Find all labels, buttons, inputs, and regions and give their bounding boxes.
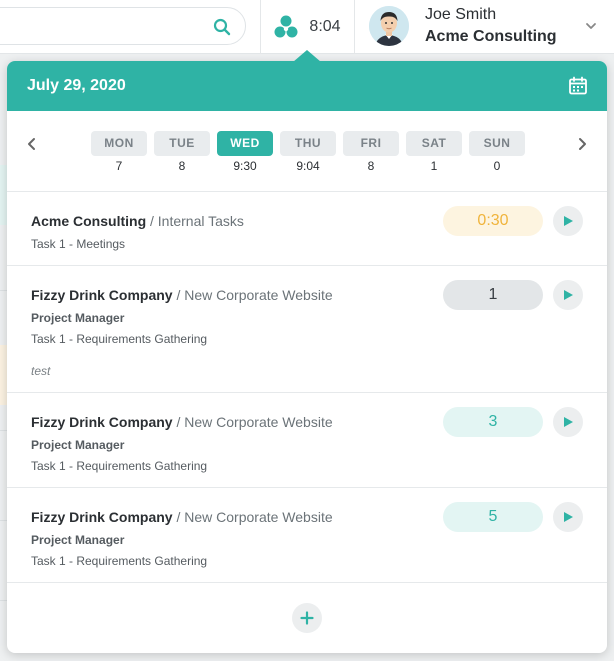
popover-caret bbox=[293, 50, 321, 62]
user-name: Joe Smith bbox=[425, 6, 497, 23]
time-entry[interactable]: Fizzy Drink Company / New Corporate Webs… bbox=[7, 393, 607, 488]
top-bar: 8:04 Joe Smith Acme Consulting bbox=[0, 0, 614, 54]
selected-date: July 29, 2020 bbox=[27, 77, 126, 94]
day-thu[interactable]: THU 9:04 bbox=[280, 131, 336, 173]
entry-project: / Internal Tasks bbox=[150, 213, 244, 229]
entry-task: Task 1 - Requirements Gathering bbox=[31, 459, 208, 473]
week-navigator: MON 7 TUE 8 WED 9:30 THU 9:04 FRI 8 SAT 1 SUN 0 bbox=[7, 111, 607, 192]
day-label: THU bbox=[280, 131, 336, 156]
day-mon[interactable]: MON 7 bbox=[91, 131, 147, 173]
chevron-left-icon[interactable] bbox=[26, 137, 38, 151]
play-icon bbox=[564, 512, 573, 522]
entry-title: Fizzy Drink Company / New Corporate Webs… bbox=[31, 414, 333, 430]
search-input[interactable] bbox=[0, 7, 246, 45]
popover-header: July 29, 2020 bbox=[7, 61, 607, 111]
day-wed[interactable]: WED 9:30 bbox=[217, 131, 273, 173]
entry-task: Task 1 - Requirements Gathering bbox=[31, 332, 208, 346]
avatar bbox=[369, 6, 409, 46]
day-sat[interactable]: SAT 1 bbox=[406, 131, 462, 173]
timesheet-popover: July 29, 2020 MON 7 TUE 8 WED 9:30 THU 9:04 FRI 8… bbox=[7, 61, 607, 653]
day-label: SUN bbox=[469, 131, 525, 156]
play-icon bbox=[564, 417, 573, 427]
entry-role: Project Manager bbox=[31, 311, 125, 325]
day-label: TUE bbox=[154, 131, 210, 156]
entry-project: / New Corporate Website bbox=[176, 287, 333, 303]
entry-role: Project Manager bbox=[31, 438, 125, 452]
timer-logo-icon bbox=[274, 15, 298, 38]
day-tue[interactable]: TUE 8 bbox=[154, 131, 210, 173]
entry-role: Project Manager bbox=[31, 533, 125, 547]
entry-project: / New Corporate Website bbox=[176, 414, 333, 430]
day-total: 7 bbox=[115, 159, 123, 173]
day-total: 0 bbox=[493, 159, 501, 173]
user-company: Acme Consulting bbox=[425, 28, 557, 45]
entry-client: Fizzy Drink Company bbox=[31, 509, 173, 525]
entry-title: Fizzy Drink Company / New Corporate Webs… bbox=[31, 287, 333, 303]
entry-title: Fizzy Drink Company / New Corporate Webs… bbox=[31, 509, 333, 525]
plus-icon bbox=[300, 611, 314, 625]
start-timer-button[interactable] bbox=[553, 280, 583, 310]
start-timer-button[interactable] bbox=[553, 502, 583, 532]
time-entry[interactable]: Fizzy Drink Company / New Corporate Webs… bbox=[7, 266, 607, 393]
play-icon bbox=[564, 290, 573, 300]
day-total: 8 bbox=[178, 159, 186, 173]
chevron-down-icon[interactable] bbox=[584, 19, 598, 33]
day-label: FRI bbox=[343, 131, 399, 156]
day-label: SAT bbox=[406, 131, 462, 156]
entry-title: Acme Consulting / Internal Tasks bbox=[31, 213, 244, 229]
entry-task: Task 1 - Meetings bbox=[31, 237, 126, 251]
entry-duration[interactable]: 5 bbox=[443, 502, 543, 532]
entry-client: Fizzy Drink Company bbox=[31, 287, 173, 303]
start-timer-button[interactable] bbox=[553, 206, 583, 236]
add-entry-button[interactable] bbox=[292, 603, 322, 633]
running-timer-button[interactable]: 8:04 bbox=[261, 0, 353, 54]
day-fri[interactable]: FRI 8 bbox=[343, 131, 399, 173]
user-menu[interactable]: Joe Smith Acme Consulting bbox=[355, 0, 614, 54]
day-total: 9:04 bbox=[296, 159, 320, 173]
timer-value: 8:04 bbox=[309, 18, 341, 35]
time-entry[interactable]: Fizzy Drink Company / New Corporate Webs… bbox=[7, 488, 607, 583]
entry-duration[interactable]: 1 bbox=[443, 280, 543, 310]
entry-duration[interactable]: 3 bbox=[443, 407, 543, 437]
search-icon[interactable] bbox=[213, 18, 231, 36]
entry-client: Acme Consulting bbox=[31, 213, 147, 229]
entry-project: / New Corporate Website bbox=[176, 509, 333, 525]
entry-duration[interactable]: 0:30 bbox=[443, 206, 543, 236]
start-timer-button[interactable] bbox=[553, 407, 583, 437]
chevron-right-icon[interactable] bbox=[576, 137, 588, 151]
day-label: MON bbox=[91, 131, 147, 156]
play-icon bbox=[564, 216, 573, 226]
day-total: 8 bbox=[367, 159, 375, 173]
day-sun[interactable]: SUN 0 bbox=[469, 131, 525, 173]
calendar-icon[interactable] bbox=[568, 76, 588, 96]
entry-note: test bbox=[31, 364, 51, 378]
time-entry[interactable]: Acme Consulting / Internal Tasks Task 1 -… bbox=[7, 192, 607, 266]
day-total: 1 bbox=[430, 159, 438, 173]
day-label: WED bbox=[217, 131, 273, 156]
entry-task: Task 1 - Requirements Gathering bbox=[31, 554, 208, 568]
day-total: 9:30 bbox=[233, 159, 257, 173]
entry-client: Fizzy Drink Company bbox=[31, 414, 173, 430]
